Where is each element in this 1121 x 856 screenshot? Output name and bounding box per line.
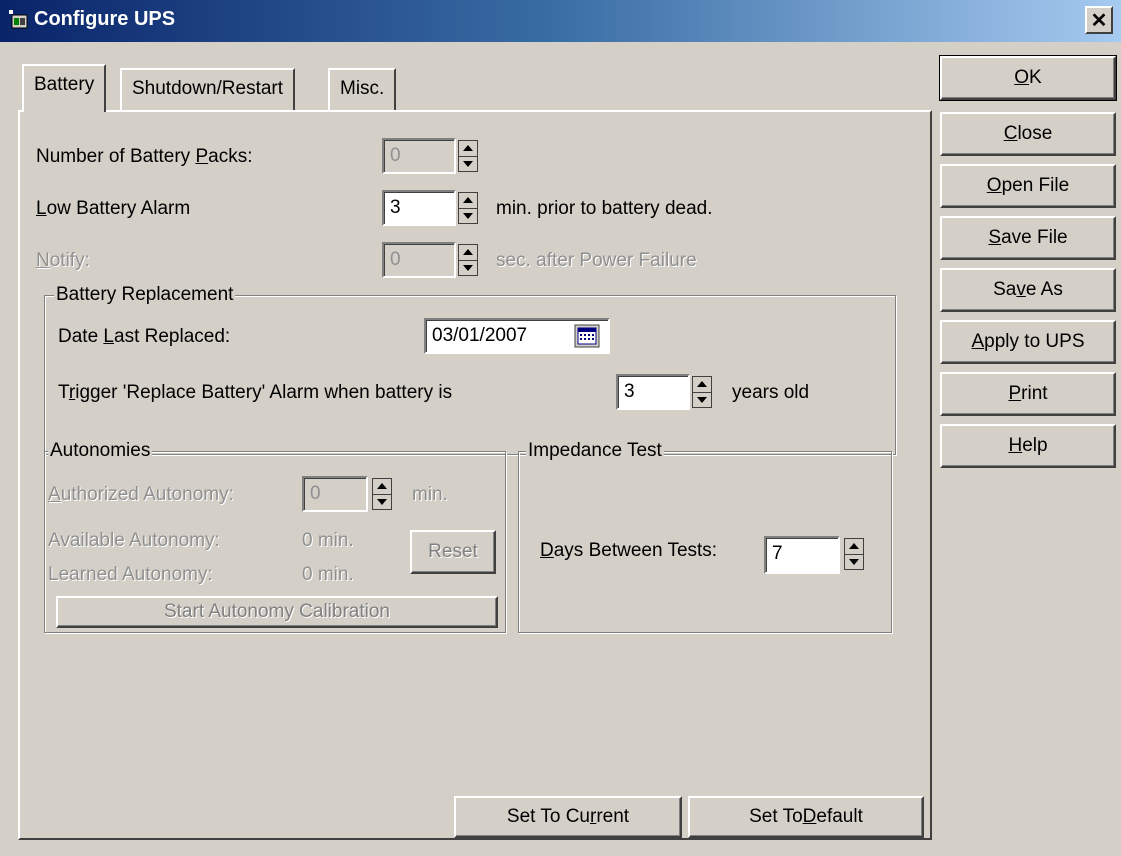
authorized-autonomy-unit: min.	[412, 484, 448, 505]
tab-label: Shutdown/Restart	[132, 78, 284, 99]
battery-packs-input[interactable]: 0	[382, 138, 456, 174]
close-icon[interactable]: ✕	[1085, 6, 1113, 34]
help-button[interactable]: Help	[940, 424, 1116, 468]
days-between-tests-spinner[interactable]	[844, 538, 864, 570]
date-last-replaced-label: Date Last Replaced:	[58, 326, 231, 347]
low-battery-alarm-suffix: min. prior to battery dead.	[496, 198, 713, 219]
available-autonomy-value: 0 min.	[302, 530, 354, 551]
print-button[interactable]: Print	[940, 372, 1116, 416]
authorized-autonomy-spinner[interactable]	[372, 478, 392, 510]
notify-input[interactable]: 0	[382, 242, 456, 278]
available-autonomy-label: Available Autonomy:	[48, 530, 220, 551]
tab-label: Misc.	[340, 78, 385, 99]
notify-suffix: sec. after Power Failure	[496, 250, 697, 271]
ups-app-icon	[9, 10, 28, 29]
apply-to-ups-button[interactable]: Apply to UPS	[940, 320, 1116, 364]
tab-battery[interactable]: Battery	[22, 64, 107, 112]
autonomies-title: Autonomies	[48, 440, 153, 462]
trigger-years-spinner[interactable]	[692, 376, 712, 408]
authorized-autonomy-input[interactable]: 0	[302, 476, 368, 512]
battery-replacement-title: Battery Replacement	[54, 284, 236, 306]
window-title: Configure UPS	[34, 8, 176, 30]
calendar-icon[interactable]	[574, 324, 600, 348]
learned-autonomy-label: Learned Autonomy:	[48, 564, 213, 585]
low-battery-alarm-label: Low Battery Alarm	[36, 198, 191, 219]
start-autonomy-calibration-button[interactable]: Start Autonomy Calibration	[56, 596, 498, 628]
reset-button[interactable]: Reset	[410, 530, 496, 574]
tab-shutdown-restart[interactable]: Shutdown/Restart	[120, 68, 296, 110]
battery-packs-spinner[interactable]	[458, 140, 478, 172]
close-button[interactable]: Close	[940, 112, 1116, 156]
low-battery-alarm-input[interactable]: 3	[382, 190, 456, 226]
low-battery-alarm-spinner[interactable]	[458, 192, 478, 224]
ok-button[interactable]: OK	[939, 55, 1117, 101]
save-file-button[interactable]: Save File	[940, 216, 1116, 260]
impedance-test-title: Impedance Test	[526, 440, 664, 462]
trigger-years-suffix: years old	[732, 382, 810, 403]
set-to-current-button[interactable]: Set To Cu r rent	[454, 796, 682, 838]
battery-packs-label: Number of Battery Packs:	[36, 146, 253, 167]
learned-autonomy-value: 0 min.	[302, 564, 354, 585]
tab-misc[interactable]: Misc.	[328, 68, 397, 110]
trigger-years-input[interactable]: 3	[616, 374, 690, 410]
open-file-button[interactable]: Open File	[940, 164, 1116, 208]
notify-label: Notify:	[36, 250, 90, 271]
notify-spinner[interactable]	[458, 244, 478, 276]
set-to-default-button[interactable]: Set To Default	[688, 796, 924, 838]
days-between-tests-input[interactable]: 7	[764, 536, 840, 574]
authorized-autonomy-label: Authorized Autonomy:	[48, 484, 234, 505]
trigger-replace-label: Trigger 'Replace Battery' Alarm when bat…	[58, 382, 453, 403]
days-between-tests-label: Days Between Tests:	[540, 540, 718, 561]
tab-label: Battery	[34, 74, 95, 95]
save-as-button[interactable]: Sa v e As	[940, 268, 1116, 312]
